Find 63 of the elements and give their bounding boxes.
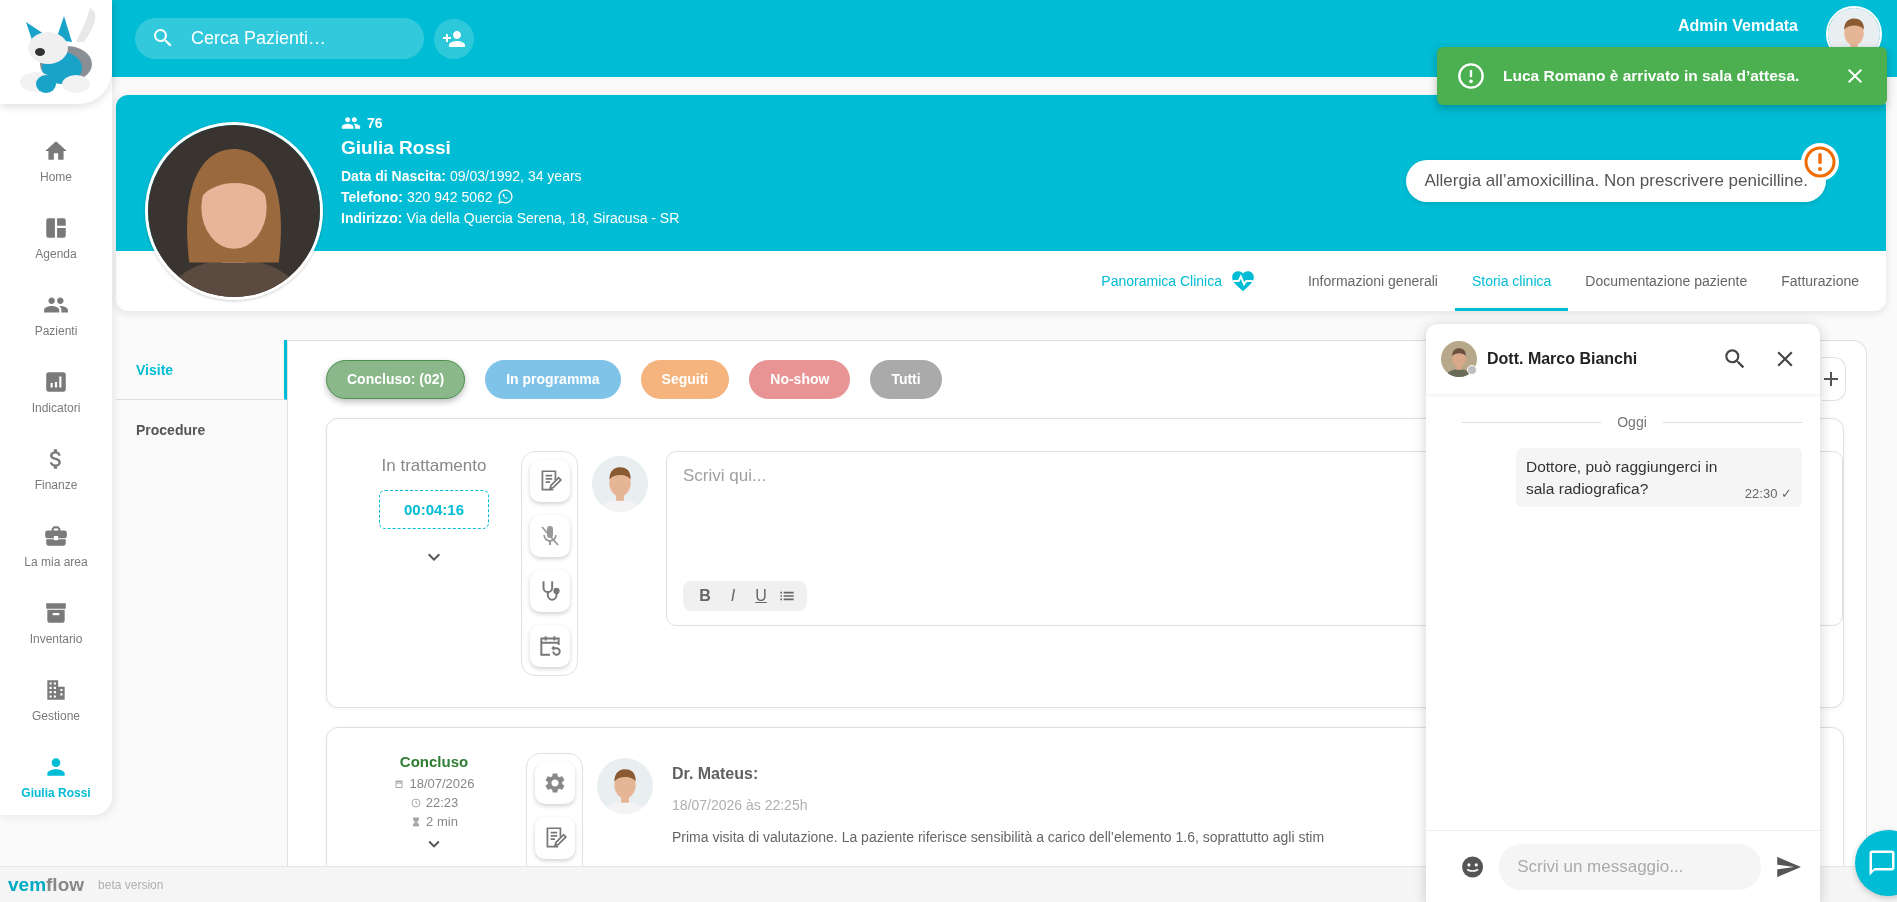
filter-chip[interactable]: Tutti bbox=[870, 359, 942, 399]
format-button[interactable]: U bbox=[749, 583, 773, 609]
field-label: Indirizzo: bbox=[341, 209, 403, 226]
chat-icon bbox=[1867, 848, 1897, 878]
field-value: 09/03/1992, 34 years bbox=[450, 167, 582, 184]
message-field[interactable]: Scrivi un messaggio... bbox=[1499, 843, 1761, 890]
sidebar-item[interactable]: Home bbox=[0, 122, 112, 199]
sidebar-item[interactable]: Finanze bbox=[0, 430, 112, 507]
format-button[interactable]: B bbox=[693, 583, 717, 609]
tab[interactable]: Panoramica Clinica bbox=[1084, 251, 1273, 311]
reschedule-button[interactable] bbox=[530, 625, 570, 667]
day-label: Oggi bbox=[1617, 414, 1647, 430]
visit-date: 18/07/2026 bbox=[409, 776, 475, 791]
sidebar-item[interactable]: Gestione bbox=[0, 661, 112, 738]
notes-button[interactable] bbox=[535, 817, 575, 859]
brand-logo: vemflow bbox=[8, 873, 85, 896]
timestamp: 18/07/2026 às 22:25h bbox=[672, 797, 809, 813]
subnav-item[interactable]: Procedure bbox=[116, 400, 287, 460]
sidebar-item[interactable]: Pazienti bbox=[0, 276, 112, 353]
message-time: 22:30 ✓ bbox=[1744, 485, 1792, 501]
visit-time: 22:23 bbox=[425, 795, 459, 810]
tab[interactable]: Storia clinica bbox=[1454, 251, 1569, 311]
user-name: Admin Vemdata bbox=[1677, 16, 1798, 35]
field-label: Telefono: bbox=[341, 188, 403, 205]
format-button[interactable]: I bbox=[721, 583, 745, 609]
add-patient-button[interactable] bbox=[434, 18, 474, 59]
field-value: 320 942 5062 bbox=[406, 188, 493, 205]
microphone-off-button[interactable] bbox=[530, 515, 570, 557]
clock-icon bbox=[409, 796, 422, 809]
message-text: Dottore, può raggiungerci in sala radiografica? bbox=[1526, 457, 1719, 500]
timer: 00:04:16 bbox=[378, 490, 489, 529]
sidebar-item[interactable]: Indicatori bbox=[0, 353, 112, 430]
notes-button[interactable] bbox=[530, 460, 570, 502]
tab[interactable]: Fatturazione bbox=[1764, 251, 1876, 311]
field-value: Via della Quercia Serena, 18, Siracusa - SR bbox=[406, 209, 680, 226]
settings-button[interactable] bbox=[535, 762, 575, 804]
phone-chat-icon[interactable] bbox=[496, 188, 514, 205]
microphone-off-icon bbox=[538, 524, 562, 548]
settings-icon bbox=[543, 771, 567, 795]
contact-name: Dott. Marco Bianchi bbox=[1487, 350, 1638, 368]
sidebar-item[interactable]: Agenda bbox=[0, 199, 112, 276]
tab[interactable]: Documentazione paziente bbox=[1568, 251, 1765, 311]
allergy-alert: Allergia all’amoxicillina. Non prescrivere penicilline. bbox=[1406, 160, 1826, 202]
author-name: Dr. Mateus: bbox=[672, 765, 760, 783]
filter-chip[interactable]: No-show bbox=[749, 359, 851, 399]
field-label: Data di Nascita: bbox=[341, 167, 447, 184]
stethoscope-button[interactable] bbox=[530, 570, 570, 612]
alert-icon bbox=[1457, 62, 1485, 90]
sidebar-item[interactable]: Inventario bbox=[0, 584, 112, 661]
heart-pulse-icon bbox=[1229, 268, 1256, 294]
visit-status: In trattamento bbox=[381, 456, 487, 476]
calendar-repeat-icon bbox=[537, 633, 563, 659]
visit-note: Prima visita di valutazione. La paziente riferisce sensibilità a carico dell’elemento 1.6, soprattutto agli stim bbox=[672, 829, 1325, 845]
visit-status: Concluso bbox=[399, 753, 469, 770]
tab[interactable]: Informazioni generali bbox=[1290, 251, 1455, 311]
toast-message: Luca Romano è arrivato in sala d’attesa. bbox=[1503, 67, 1801, 85]
sidebar-item[interactable]: Giulia Rossi bbox=[0, 738, 112, 815]
version-note: beta version bbox=[98, 877, 164, 892]
sidebar-item[interactable]: La mia area bbox=[0, 507, 112, 584]
visit-duration: 2 min bbox=[426, 814, 458, 829]
patient-name: Giulia Rossi bbox=[341, 137, 452, 159]
add-button[interactable] bbox=[1822, 357, 1846, 401]
patient-count: 76 bbox=[367, 115, 383, 131]
